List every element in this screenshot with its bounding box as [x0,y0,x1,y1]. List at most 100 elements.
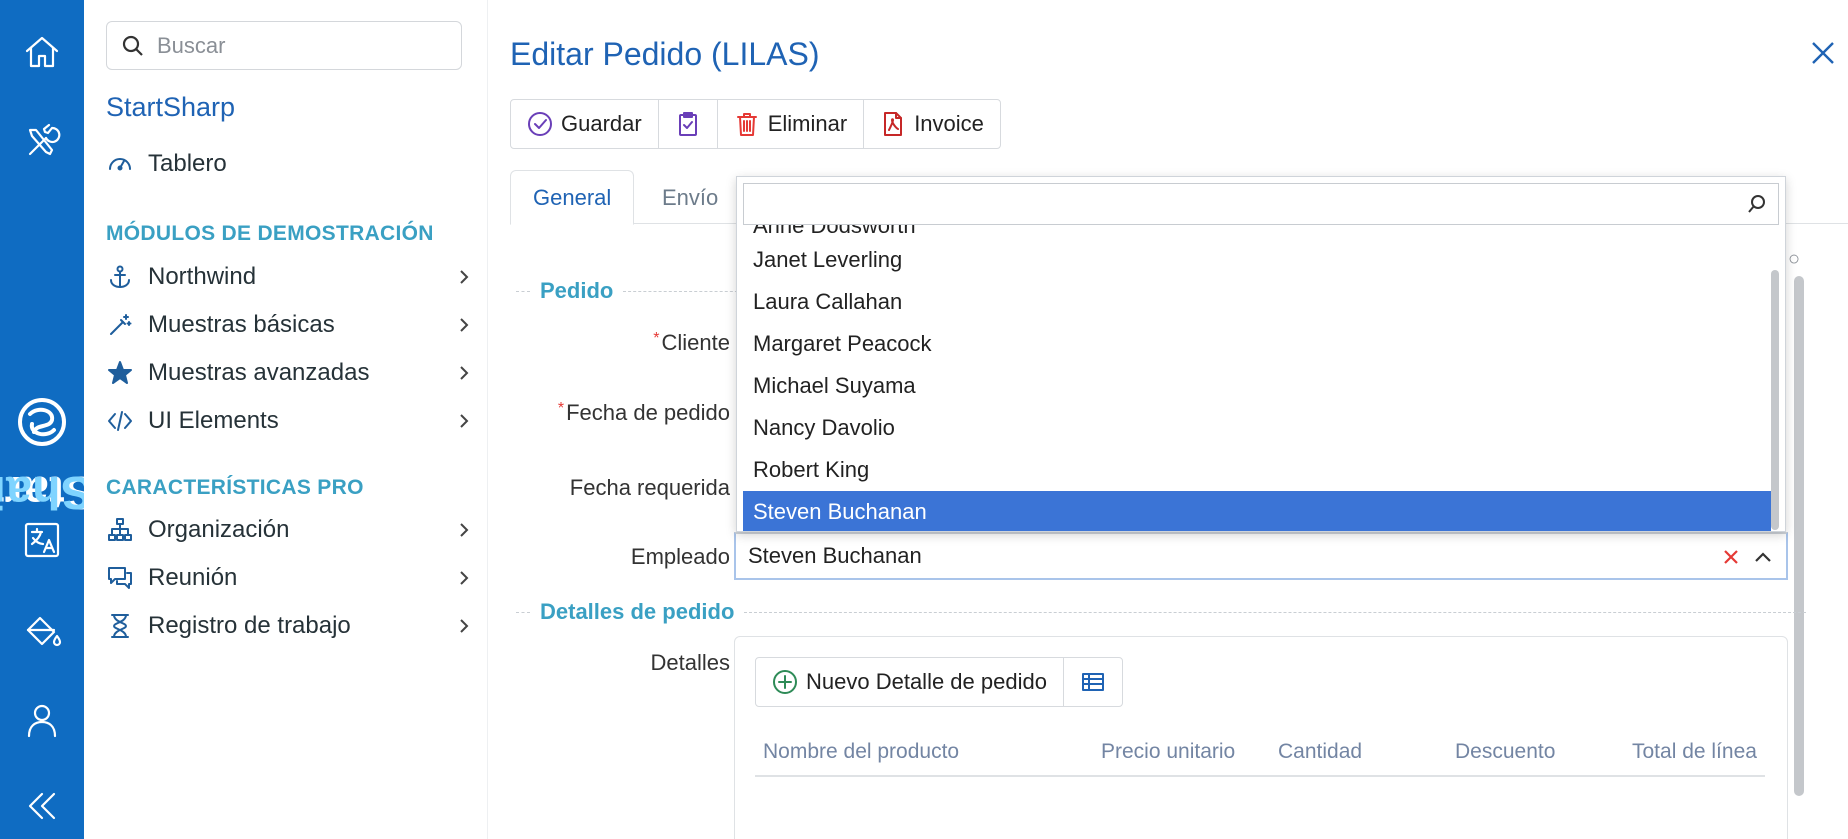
chevron-right-icon [454,411,474,431]
paint-bucket-icon[interactable] [20,608,64,652]
grid-header: Nombre del producto Precio unitario Cant… [755,729,1765,777]
home-icon[interactable] [20,30,64,74]
customer-label: *Cliente [653,330,730,355]
app-name[interactable]: StartSharp [106,92,235,123]
sidebar-item-label: Organización [148,516,290,543]
sidebar-item-ui-elements[interactable]: UI Elements [106,401,474,441]
new-detail-button[interactable]: Nuevo Detalle de pedido [756,658,1064,706]
section-details-legend: Detalles de pedido [516,597,1806,627]
partial-icon: ○ [1788,248,1801,270]
section-demo-title: MÓDULOS DE DEMOSTRACIÓN [106,222,434,245]
dropdown-option[interactable]: Michael Suyama [743,365,1771,407]
anchor-icon [106,263,134,291]
clear-icon[interactable] [1722,546,1742,566]
sidebar-item-label: Reunión [148,564,238,591]
sidebar-item-label: Muestras básicas [148,311,335,338]
collapse-icon[interactable] [20,784,64,828]
details-label: Detalles [650,650,730,675]
sidebar-item-organization[interactable]: Organización [106,510,474,550]
apply-button[interactable] [659,100,718,148]
section-order-title: Pedido [540,278,614,303]
employee-value: Steven Buchanan [748,543,922,568]
magic-wand-icon [106,311,134,339]
dropdown-option[interactable]: Laura Callahan [743,281,1771,323]
chevron-up-icon[interactable] [1752,546,1774,568]
org-chart-icon [106,516,134,544]
translate-icon[interactable] [20,518,64,562]
dropdown-option[interactable]: Margaret Peacock [743,323,1771,365]
save-button[interactable]: Guardar [511,100,659,148]
sidebar-item-advanced-samples[interactable]: Muestras avanzadas [106,353,474,393]
plus-circle-icon [773,670,797,694]
chevron-right-icon [454,363,474,383]
details-toolbar: Nuevo Detalle de pedido [755,657,1123,707]
sidebar-item-label: UI Elements [148,407,279,434]
sidebar-item-label: Registro de trabajo [148,612,351,639]
column-header[interactable]: Precio unitario [1101,740,1235,764]
nav-search[interactable] [106,21,462,70]
tab-general[interactable]: General [510,170,635,225]
chevron-right-icon [454,520,474,540]
search-icon [1748,195,1765,213]
sidebar-item-northwind[interactable]: Northwind [106,257,474,297]
column-header[interactable]: Descuento [1455,740,1555,764]
delete-button[interactable]: Eliminar [718,100,865,148]
clipboard-check-icon [678,112,697,136]
dropdown-list: Anne Dodsworth Janet Leverling Laura Cal… [743,225,1779,531]
sidebar-item-basic-samples[interactable]: Muestras básicas [106,305,474,345]
search-input[interactable] [157,32,437,59]
chevron-right-icon [454,315,474,335]
dropdown-scrollbar[interactable] [1771,270,1779,530]
sidebar-item-label: Northwind [148,263,257,290]
sidebar-item-work-log[interactable]: Registro de trabajo [106,606,474,646]
table-icon [1081,673,1104,691]
column-picker-button[interactable] [1064,658,1122,706]
order-details-grid: Nuevo Detalle de pedido Nombre del produ… [734,636,1788,839]
dialog-toolbar: Guardar Eliminar Invoice [510,99,1001,149]
invoice-button[interactable]: Invoice [864,100,1000,148]
employee-dropdown: Anne Dodsworth Janet Leverling Laura Cal… [736,176,1786,532]
hourglass-icon [106,612,134,640]
tools-icon[interactable] [20,120,64,164]
code-icon [106,407,134,435]
chevron-right-icon [454,568,474,588]
order-date-label: *Fecha de pedido [557,400,730,425]
sidebar-item-label: Tablero [148,150,227,177]
dropdown-search-input[interactable] [754,185,1746,223]
gauge-icon [106,150,134,178]
swirl-logo-icon [14,394,70,450]
employee-label: Empleado [630,544,730,569]
order-dialog: Editar Pedido (LILAS) Guardar Eliminar I… [488,0,1848,839]
brand-part-shai: Shai [0,466,92,519]
chat-icon [106,564,134,592]
sidebar-item-dashboard[interactable]: Tablero [106,144,474,184]
pdf-icon [884,112,903,136]
column-header[interactable]: Total de línea [1632,740,1757,764]
trash-icon [736,113,757,136]
sidebar-item-meeting[interactable]: Reunión [106,558,474,598]
column-header[interactable]: Nombre del producto [763,740,959,764]
star-icon [106,359,134,387]
search-icon [122,35,143,56]
section-details-title: Detalles de pedido [540,599,735,624]
dropdown-option[interactable]: Janet Leverling [743,239,1771,281]
new-detail-label: Nuevo Detalle de pedido [806,669,1047,694]
chevron-right-icon [454,267,474,287]
save-label: Guardar [561,111,642,136]
column-header[interactable]: Cantidad [1278,740,1362,764]
dropdown-search[interactable] [743,183,1779,225]
sidebar-item-label: Muestras avanzadas [148,359,370,386]
dropdown-option[interactable]: Robert King [743,449,1771,491]
chevron-right-icon [454,616,474,636]
delete-label: Eliminar [767,111,848,136]
section-pro-title: CARACTERÍSTICAS PRO [106,476,364,499]
employee-select[interactable]: Steven Buchanan [734,532,1788,580]
check-circle-icon [528,112,552,136]
dialog-scrollbar[interactable] [1794,276,1804,796]
dropdown-option-selected[interactable]: Steven Buchanan [743,491,1771,531]
user-icon[interactable] [20,698,64,742]
close-icon[interactable] [1808,38,1838,68]
invoice-label: Invoice [914,111,984,136]
tab-shipping[interactable]: Envío [640,170,740,225]
dropdown-option[interactable]: Nancy Davolio [743,407,1771,449]
